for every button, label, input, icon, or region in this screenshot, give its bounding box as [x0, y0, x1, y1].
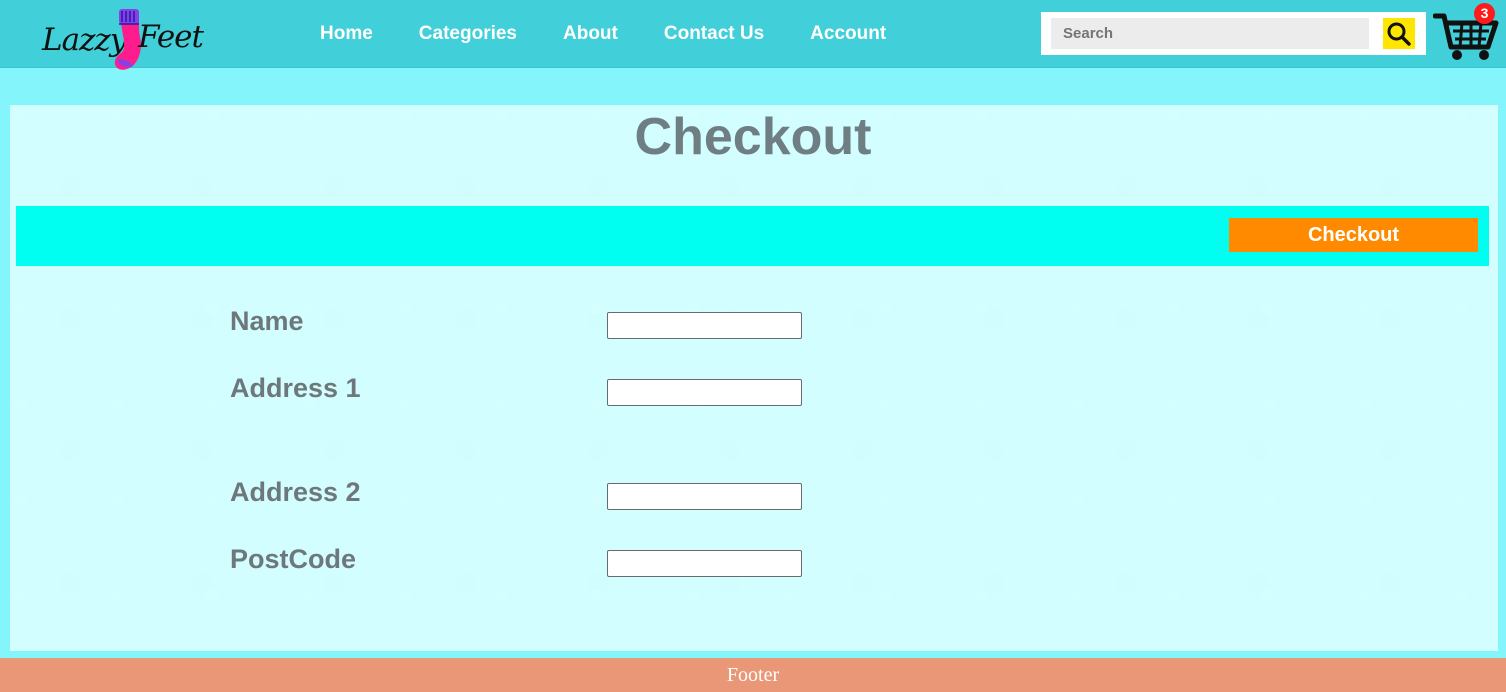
main-navigation: Home Categories About Contact Us Account: [320, 23, 886, 45]
site-footer: Footer: [0, 658, 1506, 692]
logo-text-right: Feet: [138, 19, 204, 55]
postcode-field[interactable]: [607, 550, 802, 577]
name-label: Name: [230, 306, 304, 336]
nav-item-about[interactable]: About: [563, 23, 618, 45]
search-bar: [1041, 12, 1426, 55]
postcode-label: PostCode: [230, 544, 357, 574]
address-1-label: Address 1: [230, 373, 361, 403]
nav-item-categories[interactable]: Categories: [419, 23, 517, 45]
nav-item-account[interactable]: Account: [810, 23, 886, 45]
site-logo[interactable]: Lazzy Feet: [34, 5, 204, 70]
page-title: Checkout: [634, 108, 872, 166]
address-2-field[interactable]: [607, 483, 802, 510]
search-icon: [1387, 22, 1411, 46]
cart-count-badge: 3: [1474, 3, 1495, 24]
checkout-button[interactable]: Checkout: [1229, 218, 1478, 252]
nav-item-contact-us[interactable]: Contact Us: [664, 23, 764, 45]
search-input[interactable]: [1051, 18, 1369, 49]
name-field[interactable]: [607, 312, 802, 339]
search-button[interactable]: [1383, 18, 1415, 49]
site-header: Lazzy Feet Home Categories About Contact…: [0, 0, 1506, 70]
nav-item-home[interactable]: Home: [320, 23, 373, 45]
address-2-label: Address 2: [230, 477, 361, 507]
address-1-field[interactable]: [607, 379, 802, 406]
